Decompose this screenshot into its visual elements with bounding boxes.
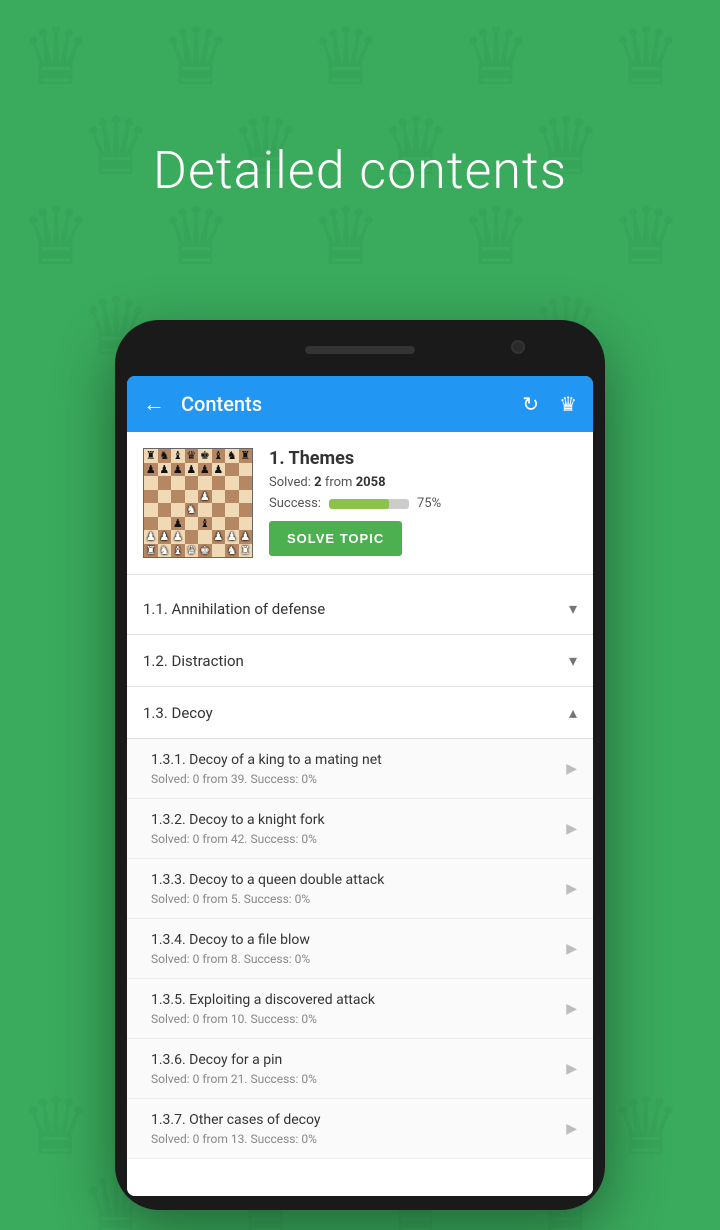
page-title: Detailed contents (0, 140, 720, 201)
play-icon: ▶ (566, 941, 577, 957)
sub-item-title: 1.3.4. Decoy to a file blow (151, 931, 558, 951)
chess-board-thumbnail: ♜♞♝♛♚♝♞♜♟♟♟♟♟♟♟♞♟♝♟♟♟♟♟♟♜♞♝♛♚♞♜ (143, 448, 253, 558)
app-bar-title: Contents (181, 392, 506, 416)
chevron-down-icon: ▾ (569, 651, 577, 670)
phone-screen: ← Contents ↻ ♛ ♜♞♝♛♚♝♞♜♟♟♟♟♟♟♟♞♟♝♟♟♟♟♟♟♜… (127, 376, 593, 1196)
play-icon: ▶ (566, 821, 577, 837)
sub-item-info: 1.3.6. Decoy for a pin Solved: 0 from 21… (151, 1051, 558, 1087)
sub-item-title: 1.3.7. Other cases of decoy (151, 1111, 558, 1131)
list-item[interactable]: 1.3.7. Other cases of decoy Solved: 0 fr… (127, 1099, 593, 1159)
sub-item-info: 1.3.3. Decoy to a queen double attack So… (151, 871, 558, 907)
section-1-3-title: 1.3. Decoy (143, 704, 213, 722)
list-item[interactable]: 1.3.1. Decoy of a king to a mating net S… (127, 739, 593, 799)
topic-title: 1. Themes (269, 448, 577, 469)
sub-item-subtitle: Solved: 0 from 21. Success: 0% (151, 1072, 558, 1086)
success-percent: 75% (417, 496, 441, 511)
content-area: ♜♞♝♛♚♝♞♜♟♟♟♟♟♟♟♞♟♝♟♟♟♟♟♟♜♞♝♛♚♞♜ 1. Theme… (127, 432, 593, 1196)
list-item[interactable]: 1.3.5. Exploiting a discovered attack So… (127, 979, 593, 1039)
sub-item-title: 1.3.6. Decoy for a pin (151, 1051, 558, 1071)
list-item[interactable]: 1.3.3. Decoy to a queen double attack So… (127, 859, 593, 919)
solve-topic-button[interactable]: SOLVE TOPIC (269, 521, 402, 556)
sub-item-subtitle: Solved: 0 from 10. Success: 0% (151, 1012, 558, 1026)
topic-info: 1. Themes Solved: 2 from 2058 Success: 7… (269, 448, 577, 558)
sub-item-info: 1.3.7. Other cases of decoy Solved: 0 fr… (151, 1111, 558, 1147)
sub-item-subtitle: Solved: 0 from 5. Success: 0% (151, 892, 558, 906)
sub-item-subtitle: Solved: 0 from 8. Success: 0% (151, 952, 558, 966)
play-icon: ▶ (566, 1001, 577, 1017)
phone-camera (511, 340, 525, 354)
sub-item-subtitle: Solved: 0 from 39. Success: 0% (151, 772, 558, 786)
phone-frame: ← Contents ↻ ♛ ♜♞♝♛♚♝♞♜♟♟♟♟♟♟♟♞♟♝♟♟♟♟♟♟♜… (115, 320, 605, 1210)
sub-item-info: 1.3.5. Exploiting a discovered attack So… (151, 991, 558, 1027)
sub-item-info: 1.3.2. Decoy to a knight fork Solved: 0 … (151, 811, 558, 847)
list-item[interactable]: 1.3.6. Decoy for a pin Solved: 0 from 21… (127, 1039, 593, 1099)
app-bar-icons: ↻ ♛ (522, 392, 577, 416)
phone-speaker (305, 346, 415, 354)
topic-solved-count: Solved: 2 from 2058 (269, 475, 577, 490)
back-button[interactable]: ← (143, 391, 165, 417)
play-icon: ▶ (566, 761, 577, 777)
sub-item-title: 1.3.5. Exploiting a discovered attack (151, 991, 558, 1011)
sub-item-info: 1.3.1. Decoy of a king to a mating net S… (151, 751, 558, 787)
list-item[interactable]: 1.3.4. Decoy to a file blow Solved: 0 fr… (127, 919, 593, 979)
progress-bar (329, 499, 409, 509)
sub-item-title: 1.3.2. Decoy to a knight fork (151, 811, 558, 831)
chevron-up-icon: ▴ (569, 703, 577, 722)
section-1-1-title: 1.1. Annihilation of defense (143, 600, 325, 618)
sub-item-title: 1.3.3. Decoy to a queen double attack (151, 871, 558, 891)
list-item[interactable]: 1.3.2. Decoy to a knight fork Solved: 0 … (127, 799, 593, 859)
phone-notch (119, 324, 601, 376)
sub-item-subtitle: Solved: 0 from 42. Success: 0% (151, 832, 558, 846)
sub-item-subtitle: Solved: 0 from 13. Success: 0% (151, 1132, 558, 1146)
app-bar: ← Contents ↻ ♛ (127, 376, 593, 432)
sub-item-info: 1.3.4. Decoy to a file blow Solved: 0 fr… (151, 931, 558, 967)
chevron-down-icon: ▾ (569, 599, 577, 618)
sub-item-title: 1.3.1. Decoy of a king to a mating net (151, 751, 558, 771)
section-1-3[interactable]: 1.3. Decoy ▴ (127, 687, 593, 739)
progress-bar-fill (329, 499, 389, 509)
play-icon: ▶ (566, 1121, 577, 1137)
section-1-2[interactable]: 1.2. Distraction ▾ (127, 635, 593, 687)
success-row: Success: 75% (269, 496, 577, 511)
butterfly-icon[interactable]: ♛ (559, 392, 577, 416)
refresh-icon[interactable]: ↻ (522, 392, 539, 416)
play-icon: ▶ (566, 881, 577, 897)
section-1-1[interactable]: 1.1. Annihilation of defense ▾ (127, 583, 593, 635)
play-icon: ▶ (566, 1061, 577, 1077)
section-1-2-title: 1.2. Distraction (143, 652, 244, 670)
topic-card: ♜♞♝♛♚♝♞♜♟♟♟♟♟♟♟♞♟♝♟♟♟♟♟♟♜♞♝♛♚♞♜ 1. Theme… (127, 432, 593, 575)
success-label: Success: (269, 496, 321, 511)
